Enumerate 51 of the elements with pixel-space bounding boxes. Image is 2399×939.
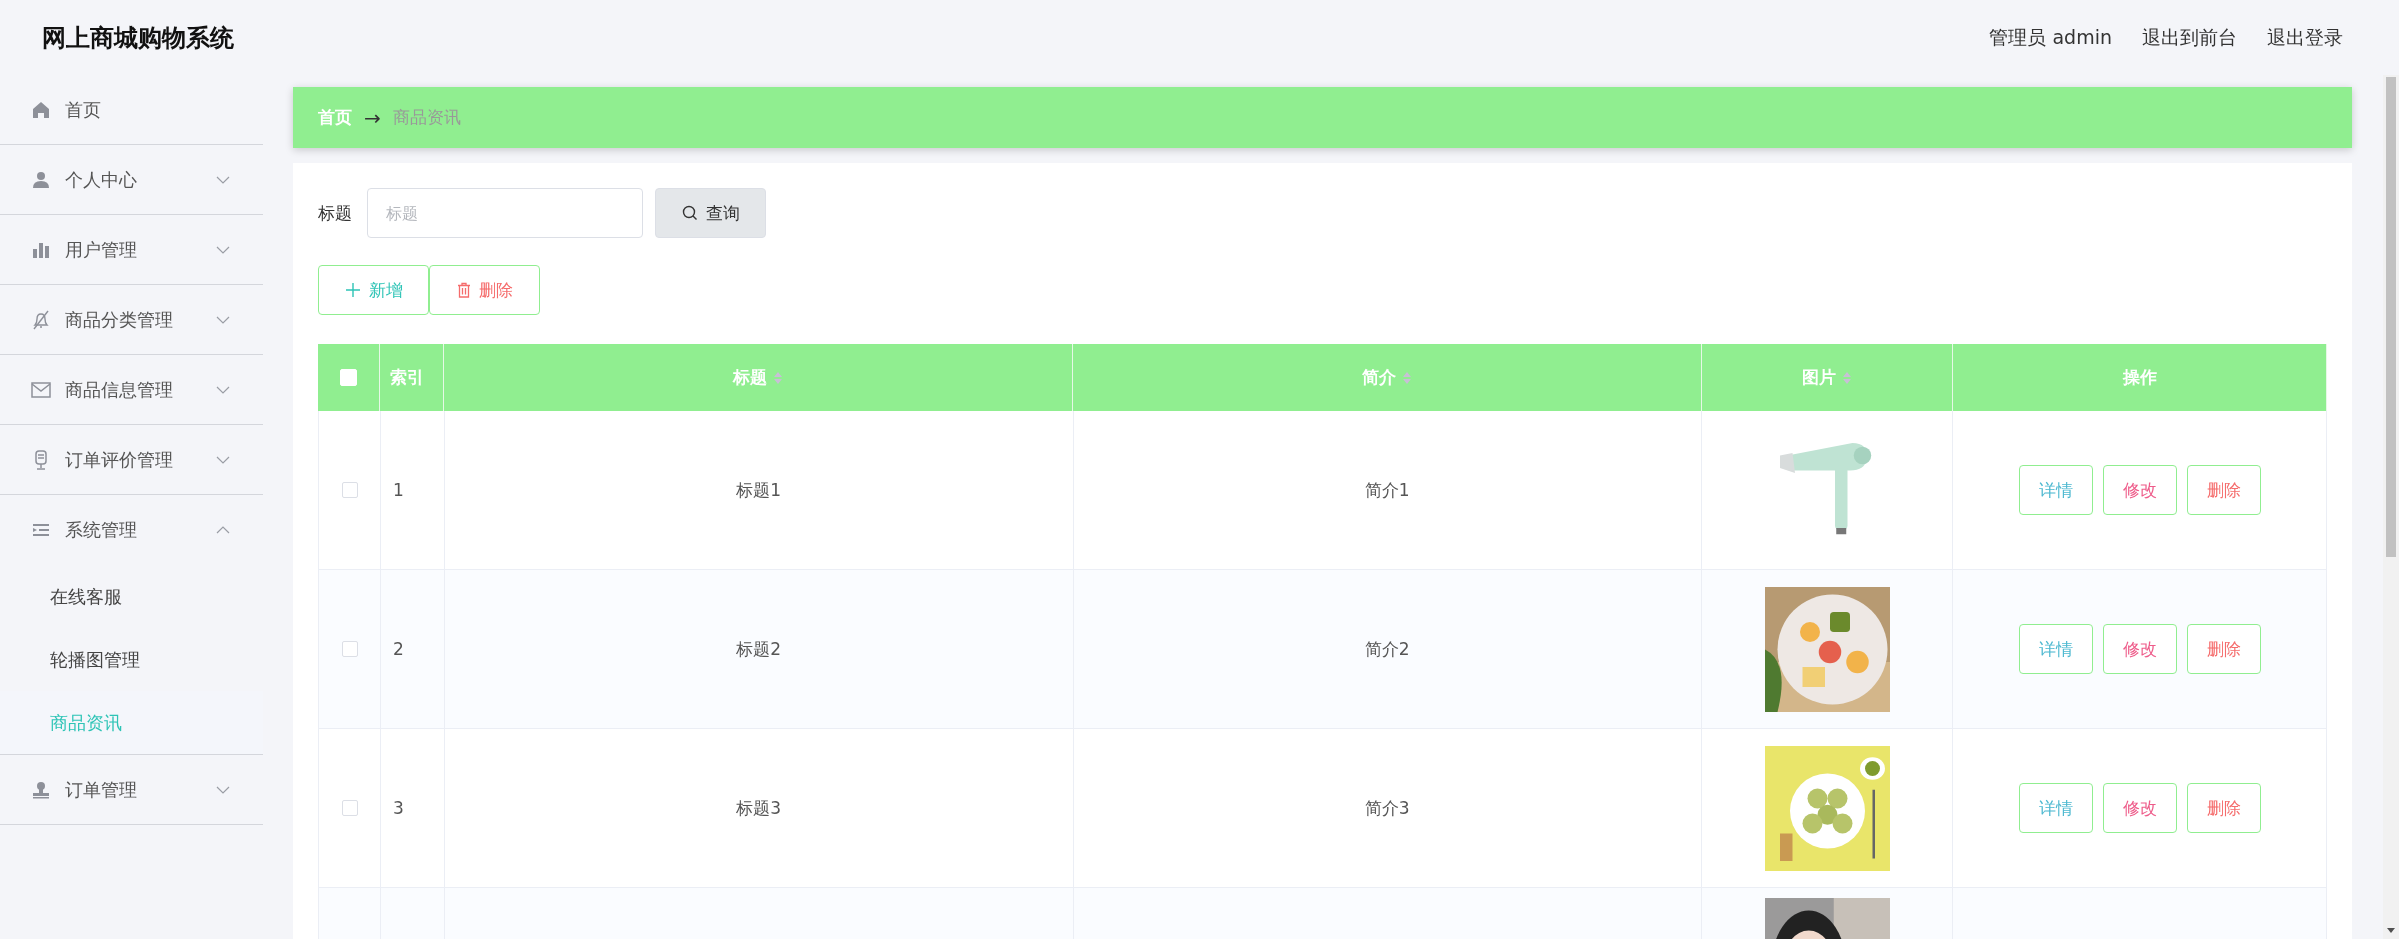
submenu-item[interactable]: 轮播图管理 xyxy=(0,628,263,691)
delete-button[interactable]: 删除 xyxy=(2186,465,2261,515)
intro-text: 简介2 xyxy=(1364,637,1410,661)
bell-off-icon xyxy=(31,309,51,330)
edit-button[interactable]: 修改 xyxy=(2102,624,2177,674)
list-icon xyxy=(31,523,51,537)
checkbox[interactable] xyxy=(341,641,358,657)
title-text: 标题2 xyxy=(736,637,782,661)
sidebar-item[interactable]: 商品信息管理 xyxy=(0,355,263,425)
detail-button[interactable]: 详情 xyxy=(2018,624,2093,674)
breadcrumb-item: 商品资讯 xyxy=(392,106,461,129)
search-button[interactable]: 查询 xyxy=(655,188,766,238)
trash-icon xyxy=(456,282,471,298)
delete-button[interactable]: 删除 xyxy=(2186,624,2261,674)
scrollbar[interactable] xyxy=(2383,75,2399,939)
row-index: 2 xyxy=(393,639,404,659)
edit-button[interactable]: 修改 xyxy=(2102,465,2177,515)
checkbox[interactable] xyxy=(341,800,358,816)
checkbox[interactable] xyxy=(341,482,358,498)
bar-chart-icon xyxy=(31,240,51,259)
search-icon xyxy=(681,205,698,221)
user-label: 管理员 admin xyxy=(1989,24,2112,50)
sidebar-item[interactable]: 个人中心 xyxy=(0,145,263,215)
row-index: 3 xyxy=(393,798,404,818)
edit-button[interactable]: 修改 xyxy=(2102,783,2177,833)
header-link[interactable]: 退出到前台 xyxy=(2142,24,2237,51)
add-button[interactable]: 新增 xyxy=(318,265,429,315)
home-icon xyxy=(31,100,51,119)
app-title: 网上商城购物系统 xyxy=(42,22,234,54)
plus-icon xyxy=(344,282,361,298)
title-text: 标题1 xyxy=(736,478,782,502)
sidebar-item[interactable]: 订单管理 xyxy=(0,755,263,825)
title-label: 标题 xyxy=(318,201,352,225)
delete-button[interactable]: 删除 xyxy=(429,265,540,315)
intro-text: 简介1 xyxy=(1364,478,1410,502)
title-text: 标题3 xyxy=(736,796,782,820)
submenu-item[interactable]: 在线客服 xyxy=(0,565,263,628)
detail-button[interactable]: 详情 xyxy=(2018,783,2093,833)
mail-icon xyxy=(31,381,51,398)
detail-button[interactable]: 详情 xyxy=(2018,465,2093,515)
header-link[interactable]: 退出登录 xyxy=(2267,24,2343,51)
sidebar-item[interactable]: 系统管理 xyxy=(0,495,263,565)
sidebar-item[interactable]: 用户管理 xyxy=(0,215,263,285)
arrow-separator: → xyxy=(364,105,381,130)
title-input[interactable]: 标题 xyxy=(367,188,643,238)
sidebar-item[interactable]: 首页 xyxy=(0,75,263,145)
row-index: 1 xyxy=(393,480,404,500)
intro-text: 简介3 xyxy=(1364,796,1410,820)
delete-button[interactable]: 删除 xyxy=(2186,783,2261,833)
sidebar-item[interactable]: 商品分类管理 xyxy=(0,285,263,355)
sidebar-item[interactable]: 订单评价管理 xyxy=(0,425,263,495)
